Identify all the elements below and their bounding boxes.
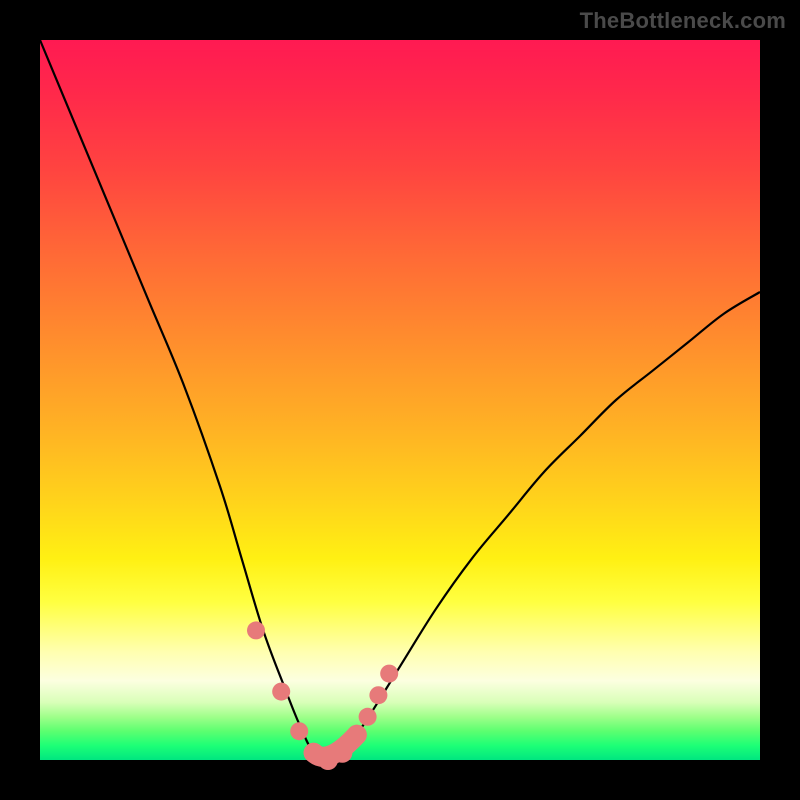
curve-markers	[247, 621, 398, 770]
marker-dot	[332, 743, 352, 763]
marker-dot	[380, 665, 398, 683]
chart-frame: TheBottleneck.com	[0, 0, 800, 800]
marker-dot	[290, 722, 308, 740]
marker-dot	[272, 683, 290, 701]
watermark-text: TheBottleneck.com	[580, 8, 786, 34]
plot-area	[40, 40, 760, 760]
marker-dot	[369, 686, 387, 704]
marker-dot	[247, 621, 265, 639]
bottleneck-curve	[40, 40, 760, 760]
marker-dot	[359, 708, 377, 726]
curve-line	[40, 40, 760, 760]
marker-dot	[347, 725, 367, 745]
